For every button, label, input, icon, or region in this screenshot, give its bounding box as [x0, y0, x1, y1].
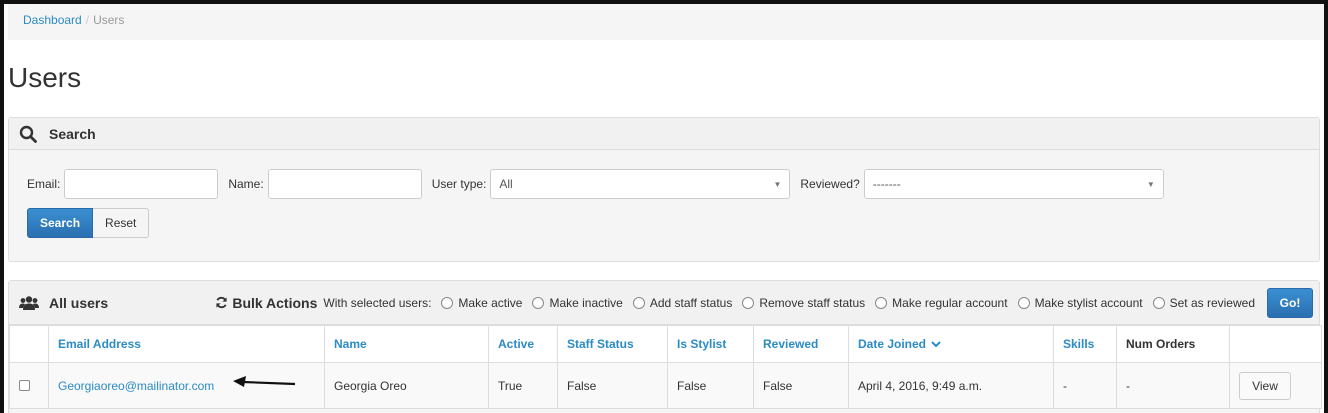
column-header-staff-status[interactable]: Staff Status — [557, 325, 668, 363]
name-field[interactable] — [267, 169, 422, 199]
caret-down-icon: ▼ — [773, 179, 782, 189]
users-panel: All users Bulk Actions With selected use… — [8, 280, 1322, 413]
bulk-actions-title: Bulk Actions — [215, 295, 317, 311]
refresh-icon — [215, 296, 228, 309]
row-select-cell — [9, 362, 49, 409]
search-buttons: Search Reset — [27, 208, 1301, 238]
user-email-link[interactable]: Georgiaoreo@mailinator.com — [58, 379, 214, 393]
reviewed-cell: False — [753, 362, 849, 409]
app-frame: Dashboard / Users Users Search Email: Name… — [0, 0, 1328, 413]
search-panel-header: Search — [9, 118, 1319, 150]
users-panel-title: All users — [49, 294, 109, 311]
radio-button[interactable] — [1017, 296, 1030, 309]
with-selected-label: With selected users: — [323, 295, 432, 310]
actions-cell: View — [1229, 362, 1322, 409]
table-header-row: Email Address Name Active Staff Status I… — [9, 325, 1322, 363]
column-header-reviewed[interactable]: Reviewed — [753, 325, 849, 363]
user-type-select[interactable]: All ▼ — [490, 169, 791, 199]
breadcrumb-dashboard-link[interactable]: Dashboard — [23, 13, 82, 27]
column-header-skills[interactable]: Skills — [1053, 325, 1117, 363]
row-checkbox[interactable] — [19, 380, 30, 391]
go-button[interactable]: Go! — [1267, 287, 1313, 318]
radio-button[interactable] — [632, 296, 645, 309]
bulk-option-add-staff-status[interactable]: Add staff status — [632, 295, 733, 310]
magnifier-icon — [19, 125, 37, 143]
column-header-date-joined[interactable]: Date Joined — [848, 325, 1054, 363]
bulk-option-label: Make stylist account — [1034, 295, 1143, 310]
bulk-actions: Bulk Actions With selected users: Make a… — [215, 287, 1313, 318]
users-group-icon — [19, 295, 39, 311]
caret-down-icon: ▼ — [1146, 179, 1155, 189]
user-type-label: User type: — [431, 177, 487, 191]
skills-cell: - — [1053, 362, 1117, 409]
num-orders-cell: - — [1116, 362, 1230, 409]
breadcrumb-separator: / — [85, 13, 90, 27]
bulk-option-label: Add staff status — [649, 295, 733, 310]
bulk-option-label: Remove staff status — [759, 295, 866, 310]
radio-button[interactable] — [742, 296, 755, 309]
search-form: Email: Name: User type: All ▼ Reviewed? … — [9, 150, 1319, 238]
name-cell: Georgia Oreo — [324, 362, 489, 409]
bulk-option-label: Make active — [458, 295, 523, 310]
date-joined-label: Date Joined — [858, 336, 927, 351]
users-table: Email Address Name Active Staff Status I… — [9, 325, 1322, 409]
column-header-is-stylist[interactable]: Is Stylist — [667, 325, 754, 363]
bulk-option-set-as-reviewed[interactable]: Set as reviewed — [1152, 295, 1255, 310]
breadcrumb-current: Users — [93, 13, 125, 27]
bulk-option-label: Make inactive — [549, 295, 623, 310]
select-column-header — [9, 325, 49, 363]
page-title: Users — [8, 62, 82, 93]
chevron-down-icon — [931, 337, 942, 351]
column-header-num-orders: Num Orders — [1116, 325, 1230, 363]
bulk-option-label: Make regular account — [892, 295, 1008, 310]
users-panel-header: All users Bulk Actions With selected use… — [9, 281, 1319, 325]
table-row: Georgiaoreo@mailinator.com Georgia Oreo … — [9, 362, 1322, 409]
radio-button[interactable] — [441, 296, 454, 309]
reset-button[interactable]: Reset — [93, 208, 150, 238]
search-button[interactable]: Search — [27, 208, 94, 238]
search-panel: Search Email: Name: User type: All ▼ Rev… — [8, 117, 1320, 262]
reviewed-label: Reviewed? — [800, 177, 860, 191]
view-button[interactable]: View — [1239, 371, 1291, 400]
arrow-left-icon — [233, 375, 297, 392]
column-header-email[interactable]: Email Address — [48, 325, 325, 363]
bulk-option-make-active[interactable]: Make active — [441, 296, 522, 310]
radio-button[interactable] — [875, 296, 888, 309]
reviewed-select[interactable]: ------- ▼ — [863, 169, 1164, 199]
radio-button[interactable] — [532, 296, 545, 309]
email-label: Email: — [27, 177, 61, 191]
actions-column-header — [1229, 325, 1322, 363]
email-field[interactable] — [64, 169, 219, 199]
column-header-active[interactable]: Active — [488, 325, 558, 363]
date-joined-cell: April 4, 2016, 9:49 a.m. — [848, 362, 1054, 409]
bulk-option-make-inactive[interactable]: Make inactive — [532, 295, 623, 310]
bulk-option-make-stylist-account[interactable]: Make stylist account — [1017, 295, 1143, 310]
user-type-value: All — [499, 177, 513, 191]
staff-status-cell: False — [557, 362, 668, 409]
column-header-name[interactable]: Name — [324, 325, 489, 363]
name-label: Name: — [228, 177, 264, 191]
active-cell: True — [488, 362, 558, 409]
is-stylist-cell: False — [667, 362, 754, 409]
bulk-actions-label: Bulk Actions — [232, 294, 318, 311]
bulk-option-label: Set as reviewed — [1169, 295, 1255, 310]
bulk-option-make-regular-account[interactable]: Make regular account — [875, 295, 1008, 310]
search-panel-title: Search — [49, 125, 96, 142]
search-form-row: Email: Name: User type: All ▼ Reviewed? … — [27, 169, 1301, 199]
reviewed-value: ------- — [872, 177, 901, 191]
breadcrumb: Dashboard / Users — [8, 4, 1324, 40]
radio-button[interactable] — [1152, 296, 1165, 309]
bulk-option-remove-staff-status[interactable]: Remove staff status — [742, 296, 865, 310]
